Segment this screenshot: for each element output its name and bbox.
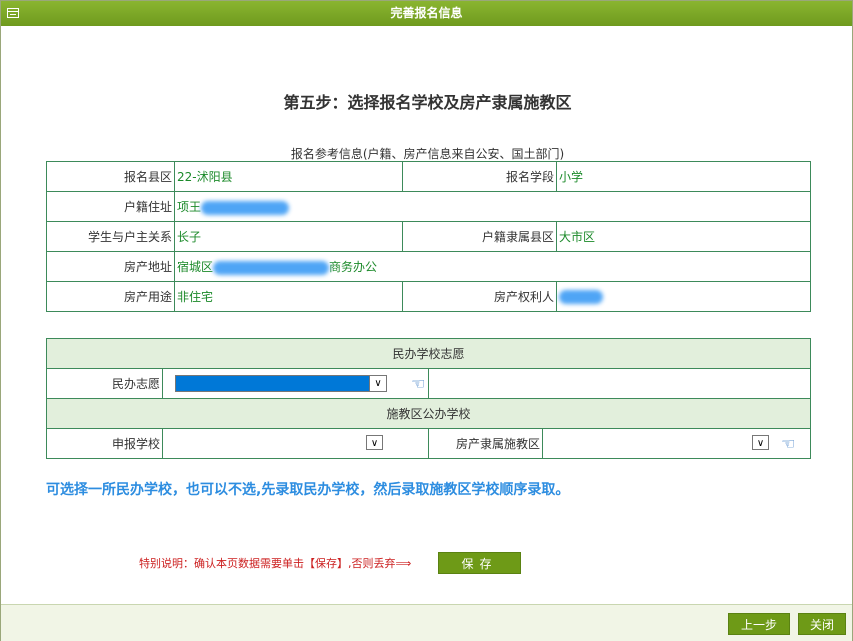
save-button[interactable]: 保存 — [438, 552, 521, 574]
table-row: 房产地址 宿城区 商务办公 — [46, 251, 811, 282]
chevron-down-icon: ∨ — [369, 376, 386, 391]
pointing-hand-icon[interactable]: ☜ — [411, 374, 425, 393]
usage-label: 房产用途 — [46, 281, 175, 312]
hukou-area-label: 户籍隶属县区 — [402, 221, 557, 252]
private-wish-label: 民办志愿 — [46, 368, 163, 399]
redacted-blur — [201, 200, 290, 215]
window-icon — [7, 8, 19, 18]
address-value-cell: 项王 — [174, 191, 811, 222]
selection-note: 可选择一所民办学校，也可以不选,先录取民办学校，然后录取施教区学校顺序录取。 — [46, 482, 570, 498]
address-value: 项王 — [177, 200, 202, 214]
usage-value: 非住宅 — [174, 281, 403, 312]
school-wish-table: 民办学校志愿 民办志愿 ∨ ☜ 施教区公办学校 申报学校 ∨ 房产隶属施教区 ∨… — [46, 338, 811, 459]
reference-caption: 报名参考信息(户籍、房产信息来自公安、国土部门) — [290, 147, 565, 161]
footer-bar: 上一步 关闭 — [1, 604, 852, 641]
table-row: 施教区公办学校 — [46, 398, 811, 429]
step-title: 第五步：选择报名学校及房产隶属施教区 — [283, 93, 572, 112]
stage-value: 小学 — [556, 161, 811, 192]
county-label: 报名县区 — [46, 161, 175, 192]
table-row: 户籍住址 项王 — [46, 191, 811, 222]
property-district-label: 房产隶属施教区 — [428, 428, 543, 459]
property-address-label: 房产地址 — [46, 251, 175, 282]
reference-info-table: 报名县区 22-沭阳县 报名学段 小学 户籍住址 项王 学生与户主关系 长子 户… — [46, 161, 811, 312]
chevron-down-icon: ∨ — [752, 435, 769, 450]
property-address-cell: 宿城区 商务办公 — [174, 251, 811, 282]
table-row: 房产用途 非住宅 房产权利人 — [46, 281, 811, 312]
property-district-select[interactable]: ∨ — [749, 435, 769, 452]
public-school-header: 施教区公办学校 — [46, 398, 811, 429]
owner-value-cell — [556, 281, 811, 312]
relation-value: 长子 — [174, 221, 403, 252]
table-row: 报名县区 22-沭阳县 报名学段 小学 — [46, 161, 811, 192]
special-note: 特别说明：确认本页数据需要单击【保存】,否则丢弃⟹ — [139, 557, 412, 570]
property-address-prefix: 宿城区 — [177, 260, 214, 274]
pointing-hand-icon[interactable]: ☜ — [781, 434, 795, 453]
table-row: 申报学校 ∨ 房产隶属施教区 ∨ ☜ — [46, 428, 811, 459]
county-value: 22-沭阳县 — [174, 161, 403, 192]
property-district-cell: ∨ ☜ — [542, 428, 811, 459]
address-label: 户籍住址 — [46, 191, 175, 222]
property-address-suffix: 商务办公 — [329, 260, 378, 274]
window-title: 完善报名信息 — [390, 6, 463, 20]
apply-school-select[interactable]: ∨ — [363, 435, 383, 452]
private-school-header: 民办学校志愿 — [46, 338, 811, 369]
prev-step-button[interactable]: 上一步 — [728, 613, 790, 635]
apply-school-label: 申报学校 — [46, 428, 163, 459]
stage-label: 报名学段 — [402, 161, 557, 192]
dialog-window: 完善报名信息 第五步：选择报名学校及房产隶属施教区 报名参考信息(户籍、房产信息… — [0, 0, 853, 641]
redacted-blur — [559, 289, 603, 304]
apply-school-cell: ∨ — [162, 428, 429, 459]
title-bar: 完善报名信息 — [1, 1, 852, 26]
table-row: 民办志愿 ∨ ☜ — [46, 368, 811, 399]
chevron-down-icon: ∨ — [366, 435, 383, 450]
empty-cell — [428, 368, 811, 399]
private-wish-cell: ∨ ☜ — [162, 368, 429, 399]
owner-label: 房产权利人 — [402, 281, 557, 312]
redacted-blur — [213, 260, 330, 275]
table-row: 民办学校志愿 — [46, 338, 811, 369]
hukou-area-value: 大市区 — [556, 221, 811, 252]
close-button[interactable]: 关闭 — [798, 613, 846, 635]
table-row: 学生与户主关系 长子 户籍隶属县区 大市区 — [46, 221, 811, 252]
relation-label: 学生与户主关系 — [46, 221, 175, 252]
private-wish-select[interactable]: ∨ — [175, 375, 387, 392]
